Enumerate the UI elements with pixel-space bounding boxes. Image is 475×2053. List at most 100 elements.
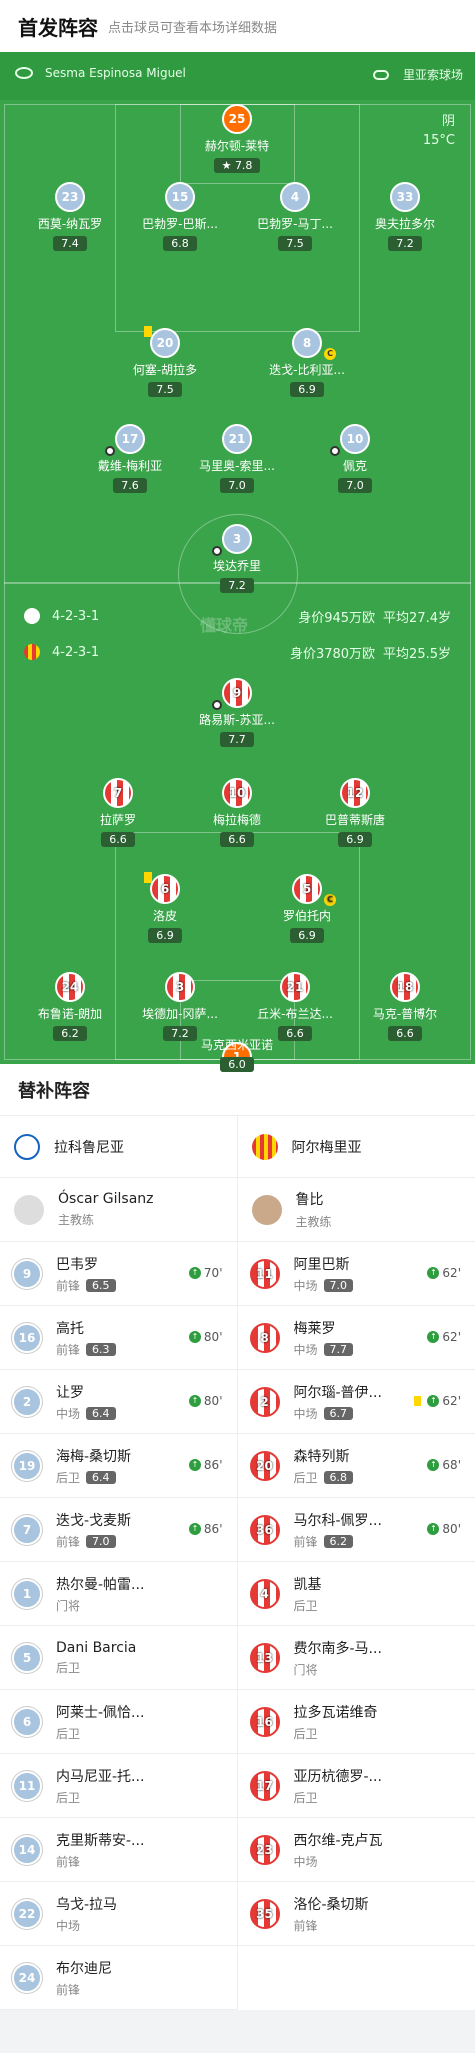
sub-in-arrow-icon: ↑ (188, 1523, 201, 1535)
sub-player-position: 中场 6.4 (56, 1405, 116, 1422)
player-rating: 7.0 (220, 478, 254, 493)
player-number: 23 (55, 182, 85, 212)
sub-player-rating: 6.8 (323, 1470, 354, 1484)
player-number: 10 (222, 778, 252, 808)
page-subtitle: 点击球员可查看本场详细数据 (108, 20, 278, 36)
sub-player-row[interactable]: 4 凯基 后卫 (237, 1562, 475, 1626)
player-number: 18 (390, 972, 420, 1002)
sub-player-row[interactable]: 23 西尔维-克卢瓦 中场 (237, 1818, 475, 1882)
sub-player-row[interactable]: 2 让罗 中场 6.4 ↑ 80' (0, 1370, 237, 1434)
star-icon: ★ (221, 159, 232, 172)
sub-player-row[interactable]: 5 Dani Barcia 后卫 (0, 1626, 237, 1690)
player-card[interactable]: 3 埃德加-冈萨... 7.2 (125, 972, 235, 1041)
player-card[interactable]: 24 布鲁诺-朗加 6.2 (15, 972, 125, 1041)
sub-player-position: 前锋 (293, 1918, 318, 1933)
coach-row[interactable]: Óscar Gilsanz 主教练 (0, 1178, 237, 1242)
sub-player-number: 35 (249, 1898, 280, 1929)
player-card[interactable]: 12 巴普蒂斯唐 6.9 (300, 778, 410, 847)
sub-player-rating: 6.2 (323, 1534, 354, 1548)
sub-player-row[interactable]: 17 亚历杭德罗-... 后卫 (237, 1754, 475, 1818)
player-card[interactable]: 21 丘米-布兰达... 6.6 (240, 972, 350, 1041)
sub-player-name: 海梅-桑切斯 (56, 1448, 132, 1465)
player-name: 马克-普博尔 (372, 1007, 438, 1021)
player-number: 24 (55, 972, 85, 1002)
player-rating: 6.6 (220, 832, 254, 847)
sub-player-rating: 6.3 (86, 1342, 116, 1356)
player-card[interactable]: 4 巴勃罗-马丁... 7.5 (240, 182, 350, 251)
sub-player-rating: 6.7 (323, 1406, 354, 1420)
captain-icon: C (324, 894, 336, 906)
player-card[interactable]: 20 何塞-胡拉多 7.5 (110, 326, 220, 397)
home-team-name: 拉科鲁尼亚 (54, 1139, 124, 1156)
sub-player-name: 马尔科-佩罗... (293, 1512, 382, 1529)
sub-player-row[interactable]: 13 费尔南多-马... 门将 (237, 1626, 475, 1690)
sub-player-row[interactable]: 35 洛伦-桑切斯 前锋 (237, 1882, 475, 1946)
sub-player-row[interactable]: 14 克里斯蒂安-... 前锋 (0, 1818, 237, 1882)
captain-icon: C (324, 348, 336, 360)
player-card[interactable]: 10 梅拉梅德 6.6 (182, 778, 292, 847)
sub-player-row[interactable]: 16 拉多瓦诺维奇 后卫 (237, 1690, 475, 1754)
player-card[interactable]: 10 佩克 7.0 (300, 424, 410, 493)
player-name: 丘米-布兰达... (257, 1007, 333, 1021)
player-card[interactable]: 15 巴勃罗-巴斯... 6.8 (125, 182, 235, 251)
player-card[interactable]: 3 埃达乔里 7.2 (182, 524, 292, 593)
player-card[interactable]: 23 西莫-纳瓦罗 7.4 (15, 182, 125, 251)
home-team-row: 拉科鲁尼亚 (0, 1116, 237, 1178)
player-rating: 7.2 (220, 578, 254, 593)
sub-player-row[interactable]: 9 巴韦罗 前锋 6.5 ↑ 70' (0, 1242, 237, 1306)
player-card[interactable]: 9 路易斯-苏亚... 7.7 (182, 678, 292, 747)
sub-in-arrow-icon: ↑ (427, 1395, 440, 1407)
sub-player-name: 拉多瓦诺维奇 (293, 1704, 378, 1721)
sub-player-number: 20 (249, 1450, 280, 1481)
sub-player-rating: 6.4 (86, 1470, 116, 1484)
sub-player-position: 后卫 (56, 1660, 81, 1675)
player-number: 9 (212, 678, 252, 710)
player-card[interactable]: 17 戴维-梅利亚 7.6 (75, 424, 185, 493)
sub-player-rating: 7.7 (323, 1342, 354, 1356)
player-card[interactable]: 7 拉萨罗 6.6 (63, 778, 173, 847)
player-card[interactable]: 21 马里奥-索里... 7.0 (182, 424, 292, 493)
player-number: 10 (330, 424, 370, 456)
sub-player-row[interactable]: 11 阿里巴斯 中场 7.0 ↑ 62' (237, 1242, 475, 1306)
sub-in-arrow-icon: ↑ (427, 1459, 440, 1471)
sub-player-name: 洛伦-桑切斯 (293, 1896, 369, 1913)
sub-player-position: 前锋 6.2 (294, 1533, 382, 1550)
player-card[interactable]: 33 奥夫拉多尔 7.2 (350, 182, 460, 251)
sub-player-row[interactable]: 20 森特列斯 后卫 6.8 ↑ 68' (237, 1434, 475, 1498)
sub-player-row[interactable]: 16 高托 前锋 6.3 ↑ 80' (0, 1306, 237, 1370)
sub-player-row[interactable]: 22 乌戈-拉马 中场 (0, 1882, 237, 1946)
weather-text: 阴 (441, 114, 455, 129)
player-card[interactable]: 18 马克-普博尔 6.6 (350, 972, 460, 1041)
sub-player-row[interactable]: 2 阿尔瑙-普伊... 中场 6.7 ↑ 62' (237, 1370, 475, 1434)
player-rating: 6.9 (338, 832, 372, 847)
sub-player-name: 高托 (56, 1320, 84, 1337)
sub-player-row[interactable]: 11 内马尼亚-托... 后卫 (0, 1754, 237, 1818)
player-card[interactable]: 5C 罗伯托内 6.9 (252, 874, 362, 943)
player-rating: 6.2 (53, 1026, 87, 1041)
player-name: 拉萨罗 (99, 813, 136, 827)
sub-player-name: 费尔南多-马... (293, 1640, 382, 1657)
away-team-badge-icon (24, 644, 40, 660)
sub-player-row[interactable]: 36 马尔科-佩罗... 前锋 6.2 ↑ 80' (237, 1498, 475, 1562)
substitutes-section: 替补阵容 拉科鲁尼亚 Óscar Gilsanz 主教练 9 巴韦罗 前锋 6.5 ↑ 70… (0, 1064, 475, 2010)
sub-in-arrow-icon: ↑ (188, 1459, 201, 1471)
sub-player-number: 24 (12, 1962, 42, 1993)
sub-player-row[interactable]: 1 热尔曼-帕雷... 门将 (0, 1562, 237, 1626)
sub-player-name: 内马尼亚-托... (56, 1768, 145, 1785)
sub-player-row[interactable]: 8 梅莱罗 中场 7.7 ↑ 62' (237, 1306, 475, 1370)
referee-info: Sesma Espinosa Miguel (15, 66, 186, 80)
home-formation-bar: 4-2-3-1 身价945万欧 平均27.4岁 (0, 602, 475, 630)
sub-player-row[interactable]: 7 迭戈-戈麦斯 前锋 7.0 ↑ 86' (0, 1498, 237, 1562)
player-number: 12 (340, 778, 370, 808)
coach-row[interactable]: 鲁比 主教练 (237, 1178, 475, 1242)
sub-player-row[interactable]: 6 阿莱士-佩恰... 后卫 (0, 1690, 237, 1754)
sub-player-row[interactable]: 24 布尔迪尼 前锋 (0, 1946, 237, 2010)
sub-in-arrow-icon: ↑ (427, 1267, 440, 1279)
sub-player-position: 后卫 (293, 1790, 318, 1805)
player-card[interactable]: 8C 迭戈-比利亚... 6.9 (252, 328, 362, 397)
player-name: 布鲁诺-朗加 (37, 1007, 103, 1021)
sub-player-row[interactable]: 19 海梅-桑切斯 后卫 6.4 ↑ 86' (0, 1434, 237, 1498)
sub-player-name: 热尔曼-帕雷... (56, 1576, 145, 1593)
player-card[interactable]: 6 洛皮 6.9 (110, 872, 220, 943)
player-card[interactable]: 25 赫尔顿-莱特 ★ 7.8 (182, 104, 292, 173)
